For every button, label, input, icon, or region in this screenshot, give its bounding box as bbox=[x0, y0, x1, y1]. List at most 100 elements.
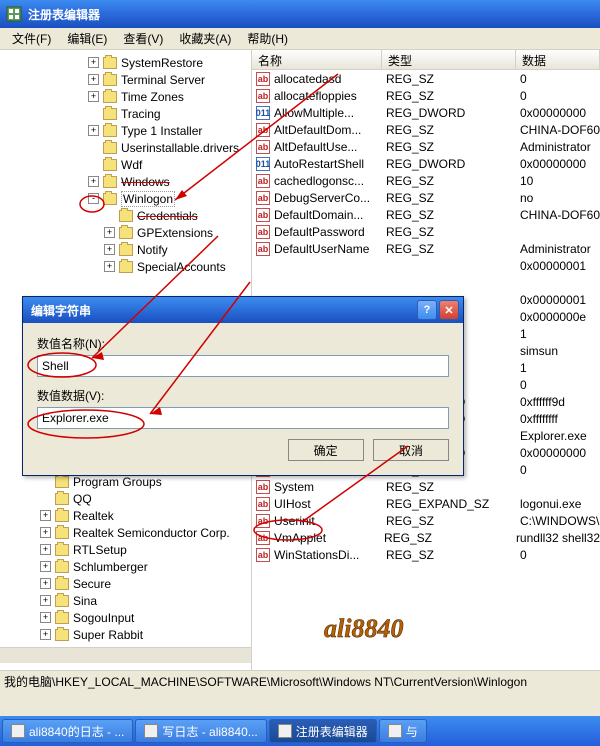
tree-hscroll[interactable] bbox=[0, 647, 251, 663]
plus-icon[interactable]: + bbox=[40, 544, 51, 555]
tree-item[interactable]: +Type 1 Installer bbox=[4, 122, 251, 139]
value-type: REG_SZ bbox=[382, 123, 516, 137]
close-button[interactable]: ✕ bbox=[439, 300, 459, 320]
tree-item[interactable]: Wdf bbox=[4, 156, 251, 173]
folder-icon bbox=[55, 493, 69, 505]
list-row[interactable] bbox=[252, 274, 600, 291]
list-row[interactable]: aballocatedasdREG_SZ0 bbox=[252, 70, 600, 87]
list-row[interactable]: 011AllowMultiple...REG_DWORD0x00000000 bbox=[252, 104, 600, 121]
value-name: UIHost bbox=[274, 497, 311, 511]
plus-icon[interactable]: + bbox=[104, 261, 115, 272]
col-data-header[interactable]: 数据 bbox=[516, 50, 600, 69]
tree-item[interactable]: +Super Rabbit bbox=[4, 626, 251, 643]
menu-favorites[interactable]: 收藏夹(A) bbox=[171, 28, 239, 49]
tree-item[interactable]: -Winlogon bbox=[4, 190, 251, 207]
folder-icon bbox=[103, 159, 117, 171]
plus-icon[interactable]: + bbox=[104, 244, 115, 255]
list-row[interactable]: abVmAppletREG_SZrundll32 shell32 bbox=[252, 529, 600, 546]
plus-icon[interactable]: + bbox=[104, 227, 115, 238]
minus-icon[interactable]: - bbox=[88, 193, 99, 204]
list-row[interactable]: aballocatefloppiesREG_SZ0 bbox=[252, 87, 600, 104]
tree-item[interactable]: +GPExtensions bbox=[4, 224, 251, 241]
menu-help[interactable]: 帮助(H) bbox=[239, 28, 296, 49]
tree-item[interactable]: + RTLSetup bbox=[4, 541, 251, 558]
plus-icon[interactable]: + bbox=[40, 578, 51, 589]
tree-item[interactable]: +SpecialAccounts bbox=[4, 258, 251, 275]
col-type-header[interactable]: 类型 bbox=[382, 50, 516, 69]
folder-icon bbox=[55, 595, 69, 607]
list-row[interactable]: abcachedlogonsc...REG_SZ10 bbox=[252, 172, 600, 189]
tree-item[interactable]: +Terminal Server bbox=[4, 71, 251, 88]
ok-button[interactable]: 确定 bbox=[288, 439, 364, 461]
plus-icon[interactable]: + bbox=[40, 561, 51, 572]
plus-icon[interactable]: + bbox=[40, 527, 51, 538]
tree-item[interactable]: +Windows bbox=[4, 173, 251, 190]
value-name: AutoRestartShell bbox=[274, 157, 364, 171]
tree-item[interactable]: +Schlumberger bbox=[4, 558, 251, 575]
list-row[interactable]: abUserinitREG_SZC:\WINDOWS\ bbox=[252, 512, 600, 529]
plus-icon[interactable]: + bbox=[40, 595, 51, 606]
value-type: REG_SZ bbox=[382, 548, 516, 562]
folder-icon bbox=[103, 125, 117, 137]
list-row[interactable]: abDefaultUserNameREG_SZAdministrator bbox=[252, 240, 600, 257]
tree-item[interactable]: +Time Zones bbox=[4, 88, 251, 105]
taskbar-button[interactable]: 注册表编辑器 bbox=[269, 719, 377, 743]
string-value-icon: ab bbox=[256, 225, 270, 239]
value-name-input[interactable] bbox=[37, 355, 449, 377]
list-row[interactable]: 0x00000001 bbox=[252, 257, 600, 274]
taskbar-button[interactable]: 与 bbox=[379, 719, 427, 743]
value-name: AltDefaultUse... bbox=[274, 140, 357, 154]
string-value-icon: ab bbox=[256, 89, 270, 103]
tree-label: RTLSetup bbox=[73, 543, 127, 557]
plus-icon[interactable]: + bbox=[40, 510, 51, 521]
menu-view[interactable]: 查看(V) bbox=[115, 28, 171, 49]
plus-icon[interactable]: + bbox=[40, 612, 51, 623]
help-button[interactable]: ? bbox=[417, 300, 437, 320]
list-row[interactable]: abDefaultDomain...REG_SZCHINA-DOF60 bbox=[252, 206, 600, 223]
tree-label: Sina bbox=[73, 594, 97, 608]
list-row[interactable]: abWinStationsDi...REG_SZ0 bbox=[252, 546, 600, 563]
tree-item[interactable]: + Sina bbox=[4, 592, 251, 609]
value-data-input[interactable] bbox=[37, 407, 449, 429]
plus-icon[interactable]: + bbox=[88, 91, 99, 102]
tree-item[interactable]: QQ bbox=[4, 490, 251, 507]
plus-icon[interactable]: + bbox=[88, 74, 99, 85]
tree-item[interactable]: +Realtek bbox=[4, 507, 251, 524]
plus-icon[interactable]: + bbox=[88, 57, 99, 68]
taskbar-button[interactable]: 写日志 - ali8840... bbox=[135, 719, 266, 743]
list-row[interactable]: abAltDefaultUse...REG_SZAdministrator bbox=[252, 138, 600, 155]
folder-icon bbox=[119, 261, 133, 273]
tree-item[interactable]: +SogouInput bbox=[4, 609, 251, 626]
tree-item[interactable]: +Realtek Semiconductor Corp. bbox=[4, 524, 251, 541]
dialog-titlebar[interactable]: 编辑字符串 ? ✕ bbox=[23, 297, 463, 323]
value-data: 0 bbox=[516, 548, 600, 562]
plus-icon[interactable]: + bbox=[88, 176, 99, 187]
cancel-button[interactable]: 取消 bbox=[373, 439, 449, 461]
value-data: rundll32 shell32 bbox=[512, 531, 600, 545]
menu-edit[interactable]: 编辑(E) bbox=[59, 28, 115, 49]
plus-icon[interactable]: + bbox=[88, 125, 99, 136]
taskbar-button[interactable]: ali8840的日志 - ... bbox=[2, 719, 133, 743]
value-data: Administrator bbox=[516, 242, 600, 256]
tree-item[interactable]: +SystemRestore bbox=[4, 54, 251, 71]
spacer-icon bbox=[88, 108, 99, 119]
list-row[interactable]: abAltDefaultDom...REG_SZCHINA-DOF60 bbox=[252, 121, 600, 138]
string-value-icon: ab bbox=[256, 174, 270, 188]
list-row[interactable]: abSystemREG_SZ bbox=[252, 478, 600, 495]
list-row[interactable]: 011AutoRestartShellREG_DWORD0x00000000 bbox=[252, 155, 600, 172]
tree-item[interactable]: +Notify bbox=[4, 241, 251, 258]
plus-icon[interactable]: + bbox=[40, 629, 51, 640]
col-name-header[interactable]: 名称 bbox=[252, 50, 382, 69]
tree-item[interactable]: Tracing bbox=[4, 105, 251, 122]
list-row[interactable]: abUIHostREG_EXPAND_SZlogonui.exe bbox=[252, 495, 600, 512]
tree-item[interactable]: Userinstallable.drivers bbox=[4, 139, 251, 156]
statusbar: 我的电脑\HKEY_LOCAL_MACHINE\SOFTWARE\Microso… bbox=[0, 670, 600, 690]
list-row[interactable]: abDebugServerCo...REG_SZno bbox=[252, 189, 600, 206]
tree-item[interactable]: +Secure bbox=[4, 575, 251, 592]
menu-file[interactable]: 文件(F) bbox=[4, 28, 59, 49]
tree-label: Program Groups bbox=[73, 475, 162, 489]
value-type: REG_SZ bbox=[382, 174, 516, 188]
list-row[interactable]: abDefaultPasswordREG_SZ bbox=[252, 223, 600, 240]
value-type: REG_SZ bbox=[382, 208, 516, 222]
tree-item[interactable]: Credentials bbox=[4, 207, 251, 224]
